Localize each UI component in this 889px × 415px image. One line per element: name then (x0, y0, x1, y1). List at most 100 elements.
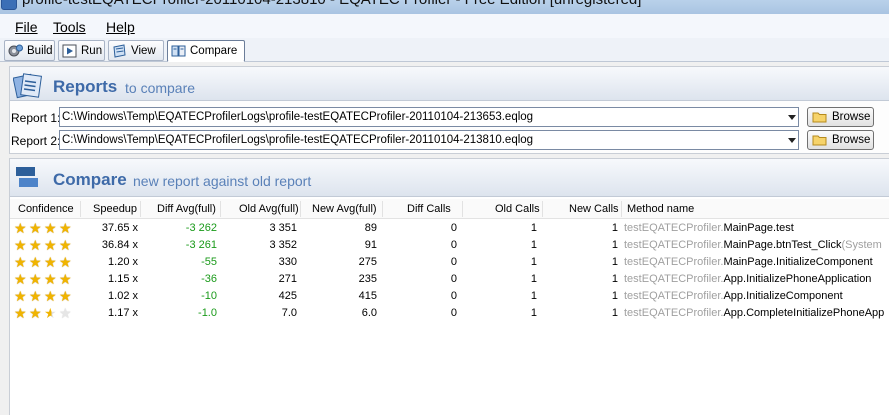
cell-old-calls: 1 (530, 290, 537, 302)
star-icon: ★ (59, 237, 72, 253)
tab-toolbar: Build Run View Compare (0, 38, 889, 62)
star-icon: ★ (44, 271, 57, 287)
report1-path: C:\Windows\Temp\EQATECProfilerLogs\profi… (62, 111, 534, 123)
menu-file[interactable]: File (15, 19, 38, 35)
compare-header: Compare new report against old report (10, 159, 889, 197)
method-name: MainPage.InitializeComponent (723, 256, 873, 268)
method-name: App.InitializeComponent (723, 290, 843, 302)
star-icon: ★ (14, 220, 27, 236)
tab-build[interactable]: Build (4, 40, 55, 61)
cell-method-name: testEQATECProfiler.MainPage.InitializeCo… (624, 256, 889, 268)
report1-combo[interactable]: C:\Windows\Temp\EQATECProfilerLogs\profi… (59, 107, 799, 127)
tab-compare-label: Compare (190, 45, 238, 57)
column-divider[interactable] (382, 201, 383, 217)
cell-speedup: 1.20 x (108, 256, 138, 268)
table-row[interactable]: ★ ★ ★ ★ 1.02 x -10 425 415 0 1 1 testEQATECProfiler… (10, 288, 889, 305)
star-icon: ★ (29, 288, 42, 304)
method-namespace: testEQATECProfiler. (624, 256, 724, 268)
compare-icon (171, 44, 186, 58)
title-bar: profile-testEQATECProfiler-20110104-2138… (0, 0, 889, 14)
col-old-avg[interactable]: Old Avg(full) (239, 203, 299, 215)
table-row[interactable]: ★ ★ ★ ★ 1.20 x -55 330 275 0 1 1 testEQATECProfiler… (10, 254, 889, 271)
column-divider[interactable] (300, 201, 301, 217)
compare-header-icon (13, 164, 41, 192)
col-diff-avg[interactable]: Diff Avg(full) (157, 203, 216, 215)
cell-old-calls: 1 (530, 273, 537, 285)
table-row[interactable]: ★ ★ ★ ★ 37.65 x -3 262 3 351 89 0 1 1 testEQATECPro… (10, 220, 889, 237)
compare-heading: Compare (53, 170, 127, 189)
col-new-calls[interactable]: New Calls (569, 203, 619, 215)
cell-new-calls: 1 (611, 290, 618, 302)
column-divider[interactable] (621, 201, 622, 217)
star-icon: ★ (14, 254, 27, 270)
method-namespace: testEQATECProfiler. (624, 273, 724, 285)
method-namespace: testEQATECProfiler. (624, 239, 724, 251)
confidence-stars: ★ ★ ★ ★ (14, 220, 74, 236)
star-icon: ★ (29, 220, 42, 236)
tab-compare[interactable]: Compare (167, 40, 245, 62)
menu-file-label: File (15, 19, 38, 35)
cell-old-avg: 7.0 (281, 307, 297, 319)
report1-label: Report 1: (11, 111, 61, 125)
menu-tools[interactable]: Tools (53, 19, 86, 35)
cell-diff-calls: 0 (450, 222, 457, 234)
reports-header: Reports to compare (10, 67, 889, 101)
col-method-name[interactable]: Method name (627, 203, 694, 215)
table-header: Confidence Speedup Diff Avg(full) Old Av… (10, 199, 889, 219)
cell-new-calls: 1 (611, 273, 618, 285)
menu-help[interactable]: Help (106, 19, 135, 35)
cell-diff-avg: -36 (201, 273, 217, 285)
cell-diff-calls: 0 (450, 239, 457, 251)
cell-speedup: 36.84 x (101, 239, 138, 251)
view-icon (112, 43, 127, 58)
menu-tools-label: Tools (53, 19, 86, 35)
col-speedup[interactable]: Speedup (93, 203, 137, 215)
star-icon: ★ (29, 254, 42, 270)
reports-panel: Reports to compare Report 1: C:\Windows\… (9, 66, 889, 154)
app-icon (1, 0, 17, 10)
column-divider[interactable] (140, 201, 141, 217)
compare-subheading: new report against old report (133, 173, 312, 189)
tab-view[interactable]: View (108, 40, 164, 61)
report2-browse-label: Browse (832, 134, 871, 146)
confidence-stars: ★ ★ ★ ★ (14, 288, 74, 304)
col-diff-calls[interactable]: Diff Calls (407, 203, 451, 215)
tab-run[interactable]: Run (58, 40, 105, 61)
cell-speedup: 1.15 x (108, 273, 138, 285)
star-icon: ★ (59, 220, 72, 236)
reports-heading: Reports (53, 77, 118, 96)
column-divider[interactable] (220, 201, 221, 217)
cell-old-calls: 1 (530, 239, 537, 251)
col-old-calls[interactable]: Old Calls (495, 203, 540, 215)
star-icon: ★ (44, 254, 57, 270)
column-divider[interactable] (80, 201, 81, 217)
report2-browse-button[interactable]: Browse (807, 130, 874, 150)
star-icon: ★ (59, 305, 72, 321)
chevron-down-icon[interactable] (788, 115, 796, 120)
table-row[interactable]: ★ ★ ★ ★ 1.17 x -1.0 7.0 6.0 0 1 1 testEQATECProfile… (10, 305, 889, 322)
cell-old-avg: 271 (278, 273, 297, 285)
col-new-avg[interactable]: New Avg(full) (312, 203, 377, 215)
column-divider[interactable] (462, 201, 463, 217)
report2-combo[interactable]: C:\Windows\Temp\EQATECProfilerLogs\profi… (59, 130, 799, 150)
star-icon: ★ (59, 288, 72, 304)
star-icon: ★ (14, 237, 27, 253)
star-icon: ★ (59, 254, 72, 270)
cell-diff-avg: -1.0 (198, 307, 217, 319)
report1-browse-button[interactable]: Browse (807, 107, 874, 127)
method-params: (System (841, 239, 882, 251)
column-divider[interactable] (542, 201, 543, 217)
cell-new-avg: 415 (358, 290, 377, 302)
table-row[interactable]: ★ ★ ★ ★ 36.84 x -3 261 3 352 91 0 1 1 testEQATECPro… (10, 237, 889, 254)
cell-diff-calls: 0 (450, 256, 457, 268)
col-confidence[interactable]: Confidence (18, 203, 74, 215)
confidence-stars: ★ ★ ★ ★ (14, 271, 74, 287)
star-icon: ★ (59, 271, 72, 287)
chevron-down-icon[interactable] (788, 138, 796, 143)
report1-browse-label: Browse (832, 111, 871, 123)
table-row[interactable]: ★ ★ ★ ★ 1.15 x -36 271 235 0 1 1 testEQATECProfiler… (10, 271, 889, 288)
run-icon (62, 44, 77, 58)
cell-old-calls: 1 (530, 307, 537, 319)
cell-diff-avg: -10 (201, 290, 217, 302)
compare-panel: Compare new report against old report Co… (9, 158, 889, 415)
